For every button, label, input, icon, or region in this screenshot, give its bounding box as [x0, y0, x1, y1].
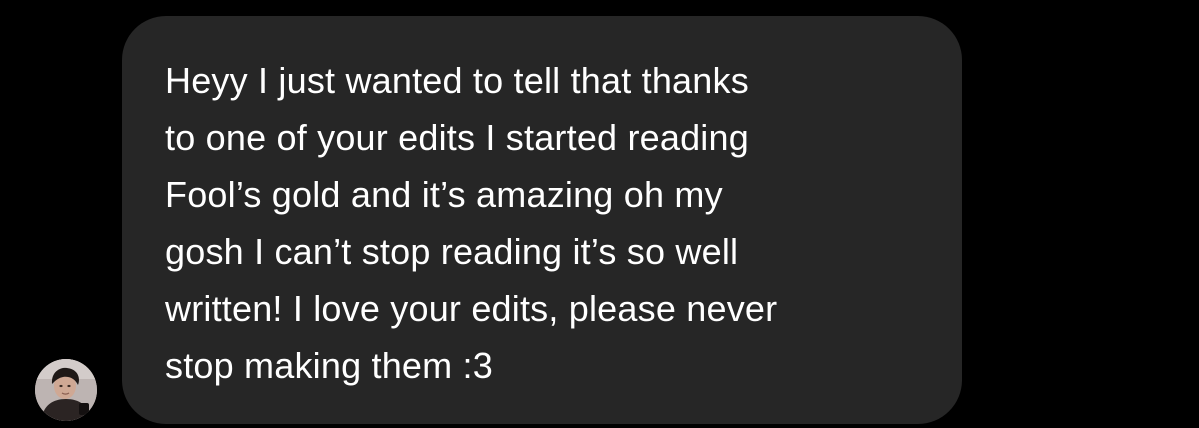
sender-avatar[interactable] — [35, 359, 97, 421]
message-bubble-received[interactable]: Heyy I just wanted to tell that thanks t… — [122, 16, 962, 424]
chat-area: Heyy I just wanted to tell that thanks t… — [0, 0, 1199, 428]
message-text: Heyy I just wanted to tell that thanks t… — [165, 60, 778, 386]
profile-photo-icon — [35, 359, 97, 421]
